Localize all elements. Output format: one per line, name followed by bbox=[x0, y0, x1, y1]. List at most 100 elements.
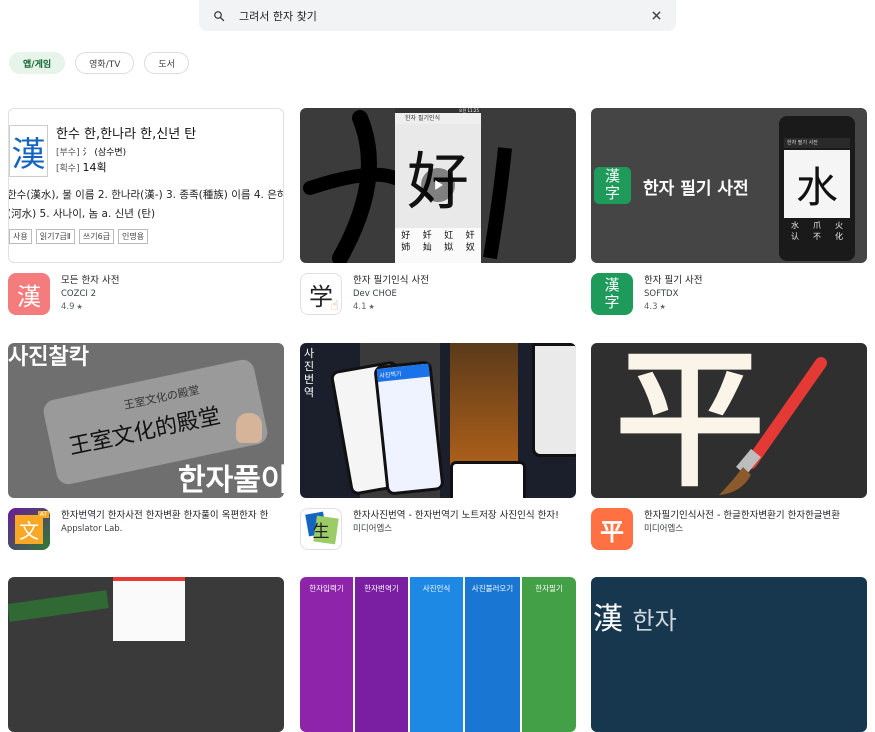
app-icon-glyph: 字 bbox=[604, 293, 620, 311]
feature-tab: 사진불러오기 bbox=[465, 577, 520, 732]
hanja-glyph-box: 漢 bbox=[9, 125, 48, 177]
candidate-glyph[interactable]: 妅 bbox=[438, 230, 460, 242]
app-screenshot[interactable] bbox=[8, 577, 284, 732]
close-icon[interactable] bbox=[648, 8, 664, 24]
app-icon-glyph: 学 bbox=[309, 282, 333, 311]
candidate-glyph[interactable]: 火 bbox=[828, 220, 850, 231]
app-screenshot[interactable]: 사진찰칵 王室文化の殿堂 王室文化的殿堂 한자풀이 bbox=[8, 343, 284, 498]
star-icon: ★ bbox=[368, 303, 375, 311]
category-chips: 앱/게임 영화/TV 도서 bbox=[9, 52, 189, 74]
level-tag: 사용 bbox=[9, 229, 32, 244]
promo-headline: 사진찰칵 bbox=[8, 345, 89, 370]
app-developer[interactable]: SOFTDX bbox=[644, 288, 867, 300]
app-screenshot[interactable]: 漢字 한자 필기 사전 한자 필기 사전 水 水 爪 火 认 不 化 bbox=[591, 108, 867, 263]
app-card[interactable]: 漢字 한자 필기 사전 한자 필기 사전 水 水 爪 火 认 不 化 漢 字 한… bbox=[591, 108, 867, 327]
app-developer[interactable]: Appslator Lab. bbox=[61, 523, 284, 535]
candidate-glyph[interactable]: 不 bbox=[806, 231, 828, 242]
app-logo: 漢字 bbox=[594, 167, 631, 204]
candidate-glyph[interactable]: 姒 bbox=[438, 242, 460, 254]
app-developer[interactable]: 미디어엡스 bbox=[644, 523, 867, 535]
star-icon: ★ bbox=[76, 303, 83, 311]
app-title[interactable]: 한자 필기인식 사전 bbox=[353, 274, 576, 287]
app-screenshot[interactable]: 한자입력기 한자번역기 사진인식 사진불러오기 한자필기 bbox=[300, 577, 576, 732]
app-title[interactable]: 한자 필기 사전 bbox=[644, 274, 867, 287]
app-icon-glyph: 漢 bbox=[17, 282, 41, 311]
app-title[interactable]: 모든 한자 사전 bbox=[61, 274, 284, 287]
app-developer[interactable]: 미디어엡스 bbox=[353, 523, 576, 535]
level-tag: 읽기7급Ⅱ bbox=[35, 229, 75, 244]
app-card[interactable]: 사진찰칵 王室文化の殿堂 王室文化的殿堂 한자풀이 文 AT 한자번역기 한자사… bbox=[8, 343, 284, 562]
app-icon-glyph: 平 bbox=[600, 516, 624, 546]
app-screenshot[interactable]: 사진번역 사진찍기 bbox=[300, 343, 576, 498]
definition-line-1: 한수(漢水), 물 이름 2. 한나라(漢-) 3. 종족(種族) 이름 4. … bbox=[8, 189, 284, 201]
definition-line-2: (河水) 5. 사나이, 놈 a. 신년 (탄) bbox=[8, 208, 156, 220]
chip-apps-games[interactable]: 앱/게임 bbox=[9, 52, 66, 74]
radical-label: [부수] bbox=[56, 148, 80, 158]
candidate-glyph[interactable]: 奴 bbox=[460, 242, 482, 254]
candidate-glyph[interactable]: 奷 bbox=[417, 230, 439, 242]
app-card[interactable]: 한자입력기 한자번역기 사진인식 사진불러오기 한자필기 bbox=[300, 577, 576, 732]
app-rating: 4.9 ★ bbox=[61, 302, 83, 312]
vertical-promo-text: 사진번역 bbox=[304, 347, 315, 399]
search-input[interactable] bbox=[239, 9, 648, 22]
app-screenshot[interactable]: 오전 11:25 한자 필기인식 好 好 奷 妅 奸 姉 奾 姒 奴 bbox=[300, 108, 576, 263]
phone-mockup bbox=[532, 343, 576, 457]
app-screenshot[interactable]: 平 bbox=[591, 343, 867, 498]
app-card[interactable] bbox=[8, 577, 284, 732]
promo-footer: 한자풀이 bbox=[178, 463, 284, 498]
candidate-glyph[interactable]: 认 bbox=[784, 231, 806, 242]
candidate-glyph[interactable]: 爪 bbox=[806, 220, 828, 231]
app-title[interactable]: 한자사진번역 - 한자번역기 노트저장 사진인식 한자! bbox=[353, 509, 576, 522]
candidate-glyph[interactable]: 奸 bbox=[460, 230, 482, 242]
promo-text: 한자 bbox=[632, 607, 677, 635]
hanja-artwork: 漢 bbox=[593, 602, 623, 637]
app-icon-glyph: 文 bbox=[15, 514, 43, 544]
feature-tab: 한자번역기 bbox=[355, 577, 408, 732]
app-title[interactable]: 한자필기인식사전 - 한글한자변환기 한자한글변환 bbox=[644, 509, 867, 522]
candidate-glyph[interactable]: 姉 bbox=[395, 242, 417, 254]
candidate-glyph[interactable]: 好 bbox=[395, 230, 417, 242]
feature-tab: 한자입력기 bbox=[300, 577, 353, 732]
app-card[interactable]: 平 平 한자필기인식사전 - 한글한자변환기 한자한글변환 미디어엡스 bbox=[591, 343, 867, 562]
phone-label: 사진찍기 bbox=[376, 363, 430, 382]
search-bar[interactable] bbox=[199, 0, 676, 31]
strokes-label: [획수] bbox=[56, 164, 80, 174]
decorative-shape bbox=[8, 590, 109, 622]
candidate-glyph[interactable]: 化 bbox=[828, 231, 850, 242]
app-title[interactable]: 한자번역기 한자사전 한자변환 한자풀이 옥편한자 한 bbox=[61, 509, 284, 522]
app-screenshot[interactable]: 漢 한자 bbox=[591, 577, 867, 732]
app-icon-glyph: 漢 bbox=[604, 276, 620, 294]
hanja-reading: 한수 한,한나라 한,신년 탄 bbox=[56, 127, 197, 142]
app-icon[interactable]: 漢 字 bbox=[591, 273, 633, 315]
drawn-glyph: 水 bbox=[784, 150, 850, 218]
app-screenshot[interactable]: 漢 한수 한,한나라 한,신년 탄 [부수] 氵 (삼수변) [획수] 14획 … bbox=[8, 108, 284, 263]
app-icon[interactable]: 文 AT bbox=[8, 508, 50, 550]
phone-screen bbox=[113, 577, 185, 641]
phone-mockup bbox=[450, 461, 526, 498]
app-card[interactable]: 漢 한자 bbox=[591, 577, 867, 732]
app-card[interactable]: 사진번역 사진찍기 生 한자사진번역 - 한자번역기 노트저장 사진인식 한자!… bbox=[300, 343, 576, 562]
chip-movies-tv[interactable]: 영화/TV bbox=[75, 52, 135, 74]
app-rating: 4.1 ★ bbox=[353, 302, 375, 312]
app-developer[interactable]: Dev CHOE bbox=[353, 288, 576, 300]
candidate-glyph[interactable]: 水 bbox=[784, 220, 806, 231]
app-icon-glyph: 生 bbox=[312, 521, 330, 542]
strokes-value: 14획 bbox=[82, 161, 107, 174]
phone-app-bar: 한자 필기 사전 bbox=[784, 138, 850, 148]
search-icon bbox=[211, 8, 227, 24]
app-developer[interactable]: COZCI 2 bbox=[61, 288, 284, 300]
app-icon[interactable]: 平 bbox=[591, 508, 633, 550]
finger-illustration bbox=[236, 413, 262, 443]
level-tag: 쓰기6급 bbox=[78, 229, 115, 244]
app-card[interactable]: 오전 11:25 한자 필기인식 好 好 奷 妅 奸 姉 奾 姒 奴 学 ☝ 한… bbox=[300, 108, 576, 327]
promo-heading: 한자 필기 사전 bbox=[643, 179, 749, 199]
play-icon[interactable] bbox=[421, 168, 455, 202]
app-icon[interactable]: 生 bbox=[300, 508, 342, 550]
app-rating: 4.3 ★ bbox=[644, 302, 666, 312]
app-card[interactable]: 漢 한수 한,한나라 한,신년 탄 [부수] 氵 (삼수변) [획수] 14획 … bbox=[8, 108, 284, 327]
app-icon-badge: AT bbox=[37, 511, 49, 518]
candidate-glyph[interactable]: 奾 bbox=[417, 242, 439, 254]
app-icon[interactable]: 漢 bbox=[8, 273, 50, 315]
chip-books[interactable]: 도서 bbox=[144, 52, 189, 74]
app-icon[interactable]: 学 ☝ bbox=[300, 273, 342, 315]
